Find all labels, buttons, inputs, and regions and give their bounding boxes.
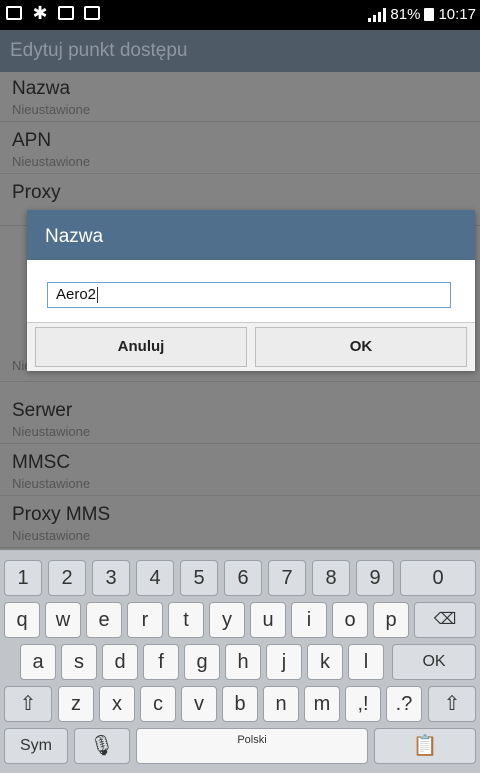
soft-keyboard: 1 2 3 4 5 6 7 8 9 0 q w e r t y u i o p …: [0, 550, 480, 773]
key-g[interactable]: g: [184, 644, 220, 680]
setting-title: Serwer: [12, 400, 73, 421]
key-b[interactable]: b: [222, 686, 258, 722]
enter-key[interactable]: OK: [392, 644, 476, 680]
key-c[interactable]: c: [140, 686, 176, 722]
key-a[interactable]: a: [20, 644, 56, 680]
key-k[interactable]: k: [307, 644, 343, 680]
key-comma[interactable]: ,!: [345, 686, 381, 722]
key-f[interactable]: f: [143, 644, 179, 680]
setting-title: Nazwa: [12, 78, 71, 99]
key-i[interactable]: i: [291, 602, 327, 638]
shift-key[interactable]: ⇧: [4, 686, 52, 722]
shift-icon: ⇧: [443, 693, 461, 715]
name-input-value: Aero2: [56, 286, 97, 303]
image-icon: [58, 6, 74, 20]
key-3[interactable]: 3: [92, 560, 130, 596]
key-v[interactable]: v: [181, 686, 217, 722]
cancel-button[interactable]: Anuluj: [35, 327, 247, 367]
setting-serwer[interactable]: Serwer Nieustawione: [0, 394, 480, 444]
key-y[interactable]: y: [209, 602, 245, 638]
key-n[interactable]: n: [263, 686, 299, 722]
sym-key[interactable]: Sym: [4, 728, 68, 764]
key-j[interactable]: j: [266, 644, 302, 680]
status-bar: ✱ 81% 10:17: [0, 0, 480, 30]
key-1[interactable]: 1: [4, 560, 42, 596]
setting-subtitle: Nieustawione: [12, 528, 91, 543]
setting-title: APN: [12, 130, 52, 151]
key-m[interactable]: m: [304, 686, 340, 722]
setting-nazwa[interactable]: Nazwa Nieustawione: [0, 72, 480, 122]
key-x[interactable]: x: [99, 686, 135, 722]
microphone-icon: 🎙: [89, 735, 115, 757]
voice-input-key[interactable]: 🎙: [74, 728, 130, 764]
key-9[interactable]: 9: [356, 560, 394, 596]
clock: 10:17: [438, 6, 476, 23]
key-2[interactable]: 2: [48, 560, 86, 596]
setting-title: MMSC: [12, 452, 71, 473]
key-w[interactable]: w: [45, 602, 81, 638]
settings-icon: ✱: [32, 3, 48, 23]
key-p[interactable]: p: [373, 602, 409, 638]
voicemail-icon: [84, 6, 100, 20]
key-7[interactable]: 7: [268, 560, 306, 596]
setting-mmsc[interactable]: MMSC Nieustawione: [0, 446, 480, 496]
page-title: Edytuj punkt dostępu: [10, 40, 188, 61]
key-u[interactable]: u: [250, 602, 286, 638]
setting-title: Proxy: [12, 182, 61, 203]
key-q[interactable]: q: [4, 602, 40, 638]
clipboard-icon: 📋: [412, 735, 438, 757]
key-t[interactable]: t: [168, 602, 204, 638]
key-h[interactable]: h: [225, 644, 261, 680]
setting-proxy-mms[interactable]: Proxy MMS Nieustawione: [0, 498, 480, 548]
key-s[interactable]: s: [61, 644, 97, 680]
key-e[interactable]: e: [86, 602, 122, 638]
dialog-header: Nazwa: [27, 210, 475, 260]
key-8[interactable]: 8: [312, 560, 350, 596]
setting-apn[interactable]: APN Nieustawione: [0, 124, 480, 174]
text-cursor: [97, 287, 99, 304]
status-right: 81% 10:17: [368, 6, 476, 23]
key-0[interactable]: 0: [400, 560, 476, 596]
key-6[interactable]: 6: [224, 560, 262, 596]
setting-subtitle: Nieustawione: [12, 424, 91, 439]
space-key[interactable]: Polski: [136, 728, 368, 764]
name-input[interactable]: Aero2: [47, 282, 451, 308]
key-4[interactable]: 4: [136, 560, 174, 596]
dialog-buttons: Anuluj OK: [27, 322, 475, 371]
space-key-language-label: Polski: [237, 734, 267, 746]
key-period[interactable]: .?: [386, 686, 422, 722]
message-icon: [6, 6, 22, 20]
battery-percent: 81%: [390, 6, 421, 23]
setting-subtitle: Nieustawione: [12, 102, 91, 117]
key-o[interactable]: o: [332, 602, 368, 638]
ok-button[interactable]: OK: [255, 327, 467, 367]
key-l[interactable]: l: [348, 644, 384, 680]
setting-subtitle: Nieustawione: [12, 476, 91, 491]
shift-key-right[interactable]: ⇧: [428, 686, 476, 722]
clipboard-key[interactable]: 📋: [374, 728, 476, 764]
dialog-title: Nazwa: [45, 226, 104, 247]
key-z[interactable]: z: [58, 686, 94, 722]
app-bar: Edytuj punkt dostępu: [0, 30, 480, 72]
key-d[interactable]: d: [102, 644, 138, 680]
backspace-key[interactable]: ⌫: [414, 602, 476, 638]
setting-title: Proxy MMS: [12, 504, 111, 525]
battery-icon: [424, 8, 435, 21]
name-dialog: Nazwa Aero2 Anuluj OK: [27, 210, 475, 371]
key-5[interactable]: 5: [180, 560, 218, 596]
key-r[interactable]: r: [127, 602, 163, 638]
backspace-icon: ⌫: [433, 611, 457, 628]
notification-icons: ✱: [6, 3, 100, 23]
shift-icon: ⇧: [19, 693, 37, 715]
setting-subtitle: Nieustawione: [12, 154, 91, 169]
signal-icon: [368, 7, 387, 22]
